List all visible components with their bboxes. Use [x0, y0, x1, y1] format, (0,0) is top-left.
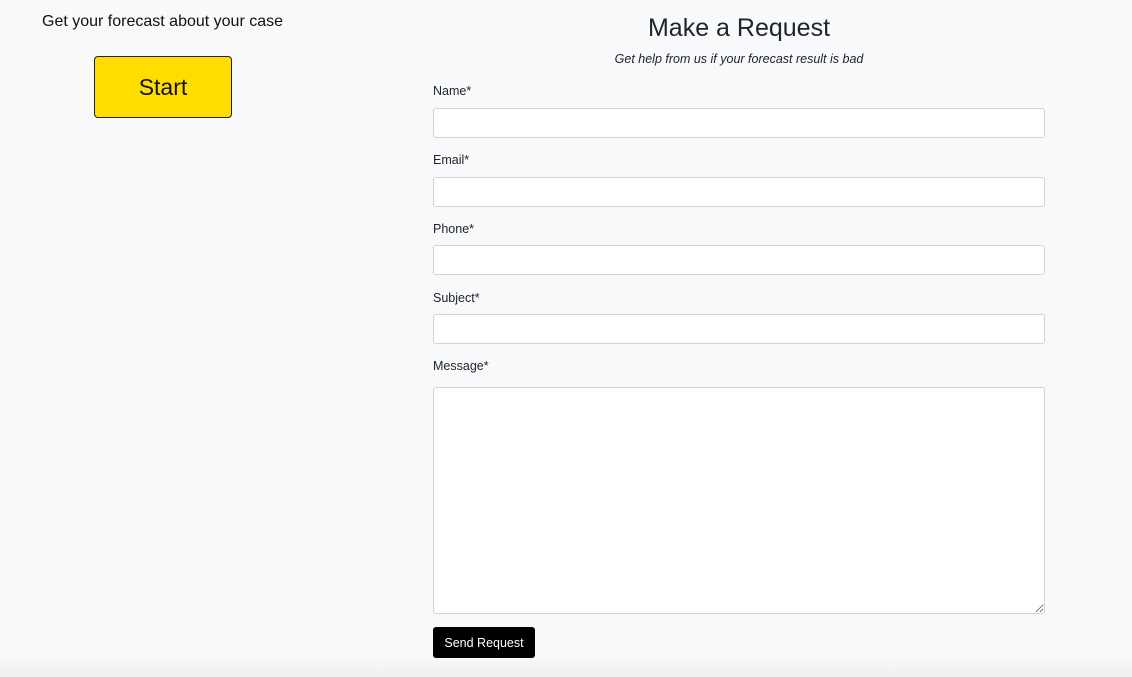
request-subtitle: Get help from us if your forecast result…	[614, 52, 864, 66]
message-textarea[interactable]	[433, 387, 1045, 614]
subject-label: Subject*	[433, 291, 480, 305]
phone-label: Phone*	[433, 222, 475, 236]
page: Get your forecast about your case Start …	[0, 0, 1132, 677]
name-label: Name*	[433, 84, 472, 98]
phone-input[interactable]	[433, 245, 1045, 275]
message-label: Message*	[433, 359, 489, 373]
email-input[interactable]	[433, 177, 1045, 207]
name-input[interactable]	[433, 108, 1045, 138]
bottom-edge-shadow	[0, 659, 1132, 677]
forecast-heading: Get your forecast about your case	[42, 13, 284, 30]
email-label: Email*	[433, 153, 470, 167]
request-title: Make a Request	[647, 14, 831, 42]
start-button[interactable]: Start	[94, 56, 232, 118]
subject-input[interactable]	[433, 314, 1045, 344]
send-request-button[interactable]: Send Request	[433, 627, 535, 658]
